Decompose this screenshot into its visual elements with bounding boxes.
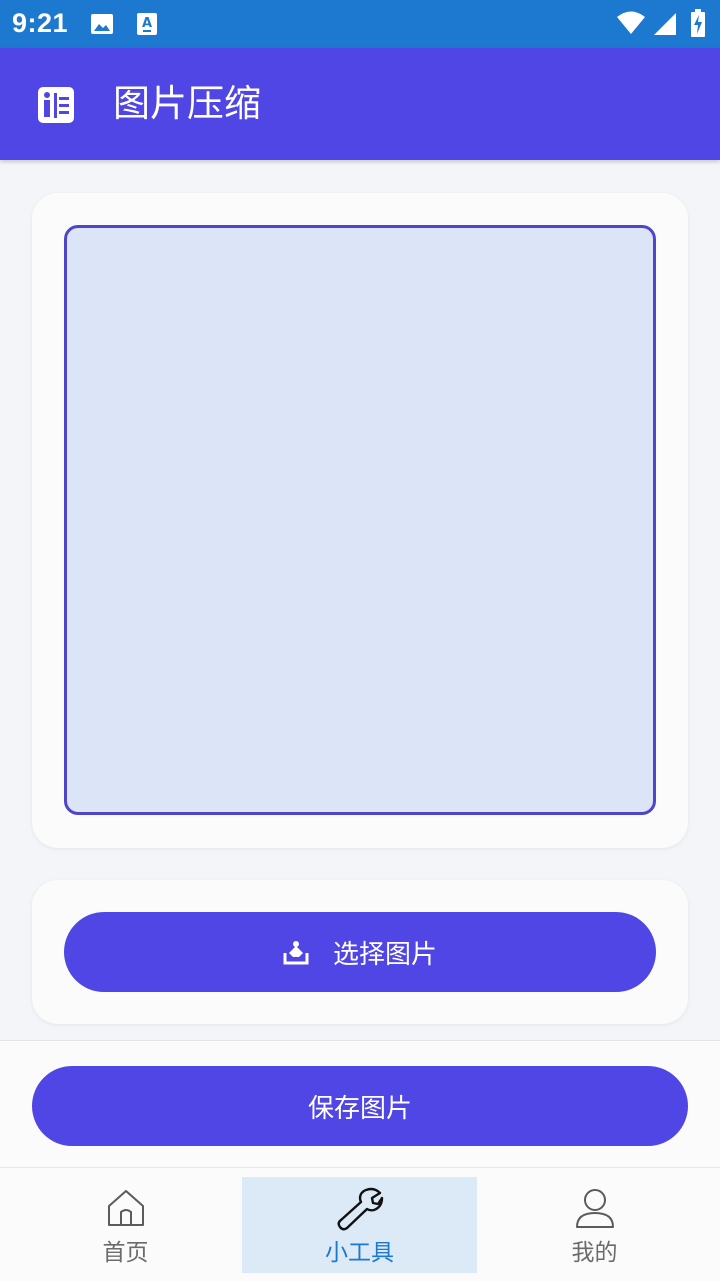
user-icon — [574, 1185, 616, 1231]
nav-label-me: 我的 — [571, 1240, 618, 1266]
wifi-icon — [616, 10, 646, 40]
nav-divider — [0, 1167, 720, 1168]
image-select-icon — [283, 939, 309, 965]
nav-item-tools[interactable]: 小工具 — [242, 1177, 477, 1273]
signal-icon — [652, 11, 678, 41]
app-bar: 图片压缩 — [0, 48, 720, 160]
page-title: 图片压缩 — [113, 82, 261, 125]
home-icon — [105, 1185, 147, 1231]
nav-item-home[interactable]: 首页 — [8, 1177, 243, 1273]
select-image-button[interactable]: 选择图片 — [64, 912, 656, 992]
image-card — [32, 193, 688, 848]
image-notification-icon — [90, 12, 114, 40]
bottom-panel: 保存图片 首页 小工具 我的 — [0, 1040, 720, 1281]
nav-label-home: 首页 — [102, 1240, 149, 1266]
save-image-label: 保存图片 — [307, 1093, 412, 1124]
nav-item-me[interactable]: 我的 — [477, 1177, 712, 1273]
save-image-button[interactable]: 保存图片 — [32, 1066, 688, 1146]
font-notification-icon: A — [136, 12, 158, 40]
status-time: 9:21 — [12, 8, 69, 38]
select-card: 选择图片 — [32, 880, 688, 1024]
wrench-icon — [336, 1185, 384, 1231]
compress-app-icon[interactable] — [37, 86, 75, 128]
svg-text:A: A — [142, 16, 152, 31]
battery-charging-icon — [690, 9, 706, 41]
select-image-label: 选择图片 — [332, 939, 437, 970]
status-bar: 9:21 A — [0, 0, 720, 48]
nav-label-tools: 小工具 — [325, 1240, 394, 1266]
image-preview-area[interactable] — [64, 225, 656, 815]
